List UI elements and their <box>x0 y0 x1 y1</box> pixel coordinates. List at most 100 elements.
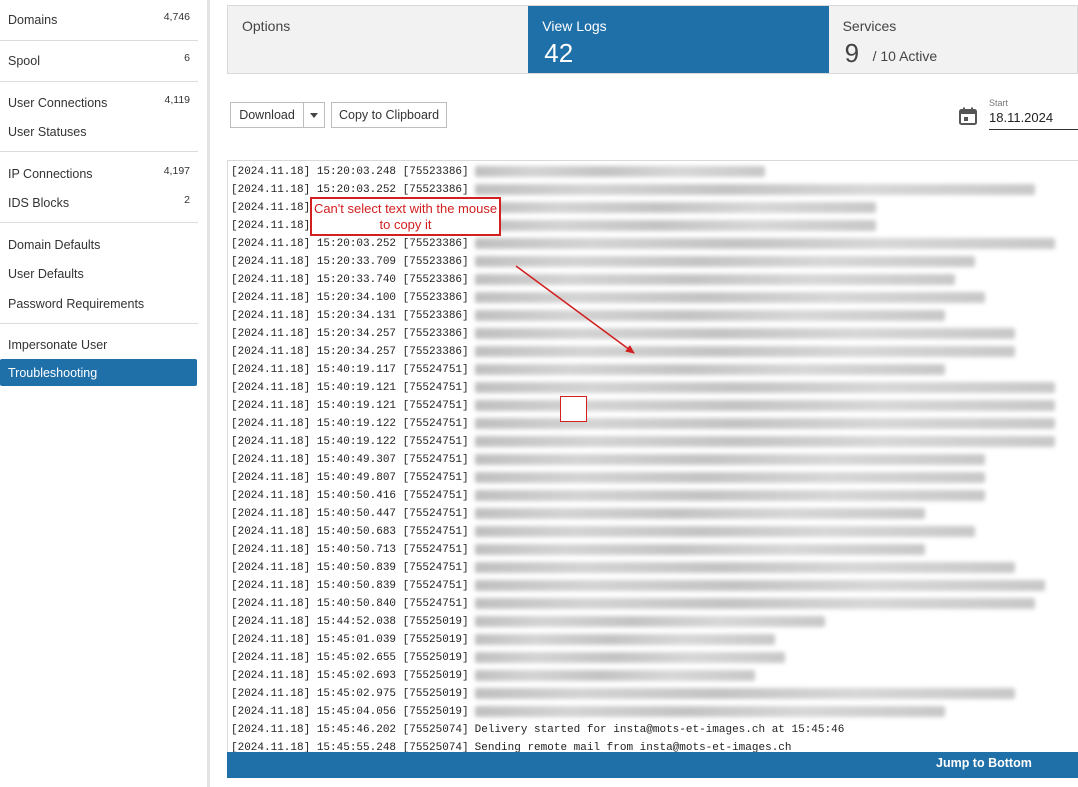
log-line-timestamp: [2024.11.18] 15:44:52.038 [75525019] <box>231 616 469 628</box>
sidebar-item-count: 6 <box>184 52 190 64</box>
start-date-input[interactable]: 18.11.2024 <box>989 108 1078 130</box>
log-line-timestamp: [2024.11.18] 15:45:04.056 [75525019] <box>231 706 469 718</box>
sidebar-item-impersonate-user[interactable]: Impersonate User <box>0 336 198 352</box>
calendar-icon[interactable] <box>958 106 978 126</box>
log-line: [2024.11.18] 15:20:03.248 [75523386] <box>231 163 765 181</box>
log-line: [2024.11.18] 15:20:33.740 [75523386] <box>231 271 955 289</box>
sidebar-item-user-statuses[interactable]: User Statuses <box>0 123 198 139</box>
download-button[interactable]: Download <box>230 102 304 128</box>
log-line-redacted <box>474 363 945 375</box>
sidebar-divider <box>0 40 198 41</box>
log-line-timestamp: [2024.11.18] 15:40:50.447 [75524751] <box>231 508 469 520</box>
download-dropdown-button[interactable] <box>303 102 325 128</box>
log-line-timestamp: [2024.11.18] 15:40:19.121 [75524751] <box>231 400 469 412</box>
log-line-timestamp: [2024.11.18] 15:20:33.740 [75523386] <box>231 274 469 286</box>
sidebar-item-spool[interactable]: Spool 6 <box>0 52 198 68</box>
log-line-redacted <box>474 255 975 267</box>
jump-to-bottom-button[interactable]: Jump to Bottom <box>936 756 1032 770</box>
log-line-redacted <box>481 201 877 213</box>
log-line-redacted <box>474 435 1055 447</box>
log-line-redacted <box>474 309 945 321</box>
sidebar-divider <box>0 151 198 152</box>
log-line-redacted <box>474 525 975 537</box>
tab-options-label: Options <box>242 18 291 34</box>
log-line-timestamp: [2024.11.18] 15:40:50.416 [75524751] <box>231 490 469 502</box>
sidebar-item-domains[interactable]: Domains 4,746 <box>0 11 198 27</box>
download-button-label: Download <box>239 108 295 122</box>
log-line: [2024.11.18] 15:20:34.100 [75523386] <box>231 289 985 307</box>
log-line-redacted <box>481 219 877 231</box>
log-line-timestamp: [2024.11.18] 15:20:03.252 [75523386] <box>231 184 469 196</box>
tab-services-label: Services <box>842 18 897 34</box>
log-line: [2024.11.18] 15:40:50.683 [75524751] <box>231 523 975 541</box>
log-line-timestamp: [2024.11.18] <box>231 202 311 214</box>
log-line-timestamp: [2024.11.18] 15:40:49.307 [75524751] <box>231 454 469 466</box>
sidebar-item-password-requirements[interactable]: Password Requirements <box>0 295 198 311</box>
log-line-timestamp: [2024.11.18] 15:40:19.122 [75524751] <box>231 418 469 430</box>
log-line: [2024.11.18] 15:40:50.839 [75524751] <box>231 559 1015 577</box>
sidebar-item-label: Domains <box>8 13 58 27</box>
log-line-redacted <box>474 345 1015 357</box>
tab-options[interactable]: Options <box>228 6 528 73</box>
log-line-redacted <box>474 543 925 555</box>
sidebar-item-domain-defaults[interactable]: Domain Defaults <box>0 236 198 252</box>
tab-services[interactable]: Services 9 / 10 Active <box>829 6 1077 73</box>
tab-services-count: 9 <box>844 38 860 68</box>
sidebar-item-troubleshooting[interactable]: Troubleshooting <box>0 359 197 386</box>
sidebar-item-label: Domain Defaults <box>8 238 101 252</box>
log-line-timestamp: [2024.11.18] 15:40:19.117 [75524751] <box>231 364 469 376</box>
log-line-timestamp: [2024.11.18] 15:20:34.257 [75523386] <box>231 328 469 340</box>
tab-view-logs[interactable]: View Logs 42 <box>528 6 829 73</box>
sidebar-item-count: 4,746 <box>163 11 190 23</box>
log-viewer[interactable]: [2024.11.18] 15:20:03.248 [75523386] [202… <box>227 160 1078 754</box>
sidebar-item-user-connections[interactable]: User Connections 4,119 <box>0 94 198 110</box>
tab-bar: Options View Logs 42 Services 9 / 10 Act… <box>227 5 1078 74</box>
copy-button-label: Copy to Clipboard <box>338 108 440 122</box>
log-line-redacted <box>474 165 765 177</box>
log-line: [2024.11.18] 15:40:19.122 [75524751] <box>231 433 1055 451</box>
log-line: [2024.11.18] 15:45:02.655 [75525019] <box>231 649 785 667</box>
log-line: [2024.11.18] 15:40:19.122 [75524751] <box>231 415 1055 433</box>
sidebar-item-label: User Connections <box>8 96 108 110</box>
log-line-timestamp: [2024.11.18] 15:40:19.122 [75524751] <box>231 436 469 448</box>
log-line: [2024.11.18] 15:45:02.693 [75525019] <box>231 667 755 685</box>
log-line: [2024.11.18] 15:40:49.307 [75524751] <box>231 451 985 469</box>
log-line-redacted <box>474 687 1015 699</box>
log-line: [2024.11.18] 15:45:46.202 [75525074] Deli… <box>231 721 844 739</box>
log-line-timestamp: [2024.11.18] 15:20:34.257 [75523386] <box>231 346 469 358</box>
log-line: [2024.11.18] 15:45:04.056 [75525019] <box>231 703 945 721</box>
log-line-timestamp: [2024.11.18] 15:20:33.709 [75523386] <box>231 256 469 268</box>
log-line-timestamp: [2024.11.18] 15:40:50.840 [75524751] <box>231 598 469 610</box>
log-line: [2024.11.18] 15:44:52.038 [75525019] <box>231 613 825 631</box>
sidebar: Domains 4,746 Spool 6 User Connections 4,119 U… <box>0 0 210 787</box>
log-line-timestamp: [2024.11.18] 15:45:46.202 [75525074] <box>231 724 469 736</box>
log-line: [2024.11.18] 15:40:19.121 [75524751] <box>231 397 1055 415</box>
log-line-redacted <box>474 651 785 663</box>
start-date-label: Start <box>989 98 1009 108</box>
log-line: [2024.11.18] 15:20:03.252 [75523386] <box>231 235 1055 253</box>
log-line-timestamp: [2024.11.18] 15:40:50.839 [75524751] <box>231 580 469 592</box>
log-line-redacted <box>474 273 955 285</box>
sidebar-item-label: IDS Blocks <box>8 196 70 210</box>
log-line-timestamp: [2024.11.18] 15:20:03.252 [75523386] <box>231 238 469 250</box>
sidebar-item-label: Password Requirements <box>8 297 145 311</box>
sidebar-item-label: User Statuses <box>8 125 87 139</box>
log-line: [2024.11.18] 15:40:50.839 [75524751] <box>231 577 1045 595</box>
annotation-highlight-box <box>560 396 587 422</box>
log-line: [2024.11.18] 15:20:34.257 [75523386] <box>231 325 1015 343</box>
log-line-redacted <box>474 291 985 303</box>
log-line-timestamp: [2024.11.18] 15:45:02.693 [75525019] <box>231 670 469 682</box>
sidebar-item-label: Spool <box>8 54 40 68</box>
sidebar-item-ip-connections[interactable]: IP Connections 4,197 <box>0 165 198 181</box>
log-line: [2024.11.18] 15:20:34.257 [75523386] <box>231 343 1015 361</box>
sidebar-item-count: 4,197 <box>163 165 190 177</box>
sidebar-item-user-defaults[interactable]: User Defaults <box>0 265 198 281</box>
copy-to-clipboard-button[interactable]: Copy to Clipboard <box>331 102 447 128</box>
log-line-redacted <box>474 705 945 717</box>
log-line-redacted <box>474 597 1035 609</box>
log-line-message: Delivery started for insta@mots-et-image… <box>474 724 845 736</box>
log-line-redacted <box>474 453 985 465</box>
sidebar-item-ids-blocks[interactable]: IDS Blocks 2 <box>0 194 198 210</box>
annotation-callout: Can't select text with the mouse to copy… <box>310 197 501 236</box>
log-line: [2024.11.18] 15:45:01.039 [75525019] <box>231 631 775 649</box>
